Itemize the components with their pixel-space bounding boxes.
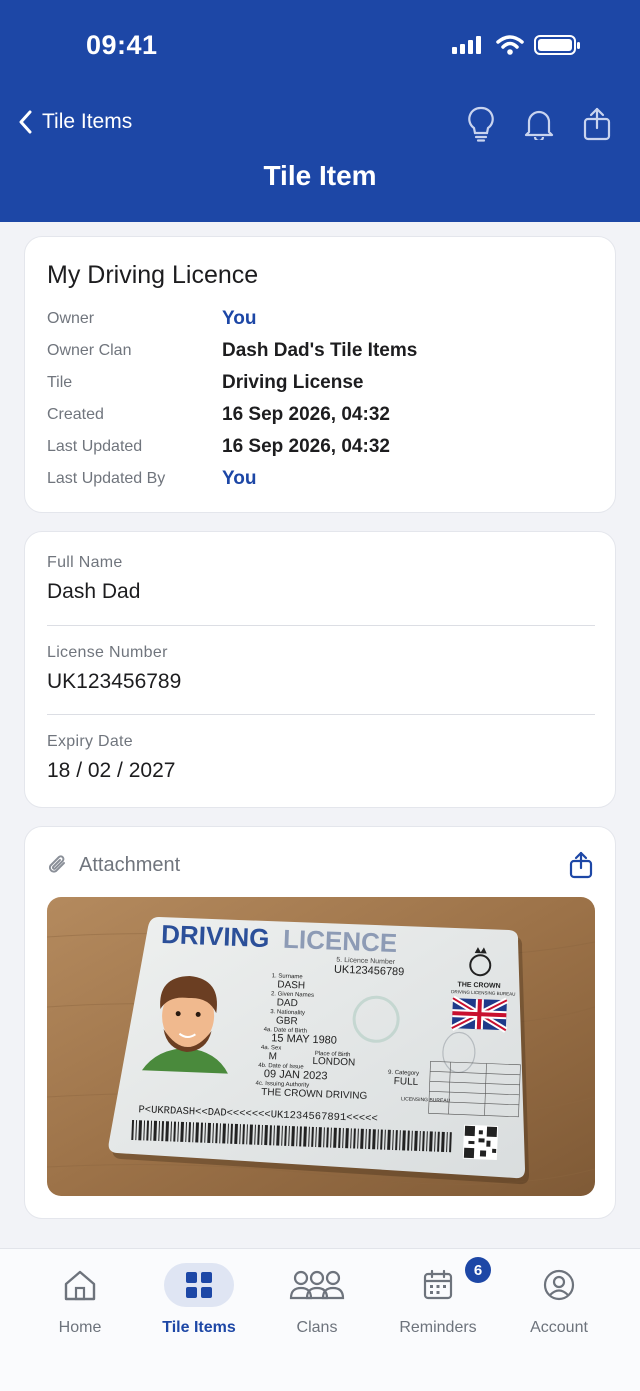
status-icons bbox=[452, 34, 582, 56]
last-updated-by-link[interactable]: You bbox=[222, 468, 256, 490]
tab-account[interactable]: Account bbox=[499, 1263, 619, 1343]
tab-clans[interactable]: Clans bbox=[257, 1263, 377, 1343]
meta-row-last-updated-by: Last Updated By You bbox=[47, 463, 597, 495]
surname: DASH bbox=[277, 979, 305, 991]
licence-title-a: DRIVING bbox=[161, 919, 270, 953]
meta-label: Last Updated By bbox=[47, 470, 166, 487]
field-full-name: Full Name Dash Dad bbox=[47, 554, 595, 604]
category: FULL bbox=[394, 1076, 419, 1088]
meta-label: Tile bbox=[47, 374, 73, 391]
tab-label: Home bbox=[58, 1319, 102, 1336]
meta-label: Owner bbox=[47, 310, 95, 327]
meta-label: Owner Clan bbox=[47, 342, 132, 359]
people-icon bbox=[257, 1263, 377, 1307]
tab-label: Clans bbox=[296, 1319, 338, 1336]
tab-label: Account bbox=[530, 1319, 588, 1336]
meta-label: Last Updated bbox=[47, 438, 143, 455]
field-license-number: License Number UK123456789 bbox=[47, 644, 595, 694]
uk-flag-icon bbox=[450, 995, 509, 1033]
divider bbox=[47, 714, 595, 715]
fields-card: Full Name Dash Dad License Number UK1234… bbox=[24, 531, 616, 808]
field-expiry-date: Expiry Date 18 / 02 / 2027 bbox=[47, 733, 595, 783]
pob: LONDON bbox=[312, 1056, 355, 1069]
meta-row-last-updated: Last Updated 16 Sep 2026, 04:32 bbox=[47, 431, 597, 463]
licence-card: DRIVING LICENCE 5. Licence Number UK1234… bbox=[108, 917, 529, 1185]
attachment-heading: Attachment bbox=[79, 853, 181, 876]
tab-label: Reminders bbox=[399, 1319, 477, 1336]
battery-icon bbox=[534, 35, 580, 55]
meta-row-tile: Tile Driving License bbox=[47, 367, 597, 399]
field-label: Full Name bbox=[47, 554, 123, 571]
tab-reminders[interactable]: 6 Reminders bbox=[378, 1257, 498, 1343]
tab-tile-items[interactable]: Tile Items bbox=[139, 1263, 259, 1343]
bottom-tab-bar: Home Tile Items Clans 6 Reminders Accoun… bbox=[0, 1248, 640, 1391]
attachment-header: Attachment bbox=[47, 853, 180, 877]
meta-value: 16 Sep 2026, 04:32 bbox=[222, 436, 390, 457]
meta-row-owner: Owner You bbox=[47, 303, 597, 335]
field-label: License Number bbox=[47, 644, 168, 661]
meta-value: 16 Sep 2026, 04:32 bbox=[222, 404, 390, 425]
grid-icon bbox=[164, 1263, 234, 1307]
dob: 15 MAY 1980 bbox=[271, 1032, 337, 1047]
meta-value: Driving License bbox=[222, 372, 364, 393]
summary-card: My Driving Licence Owner You Owner Clan … bbox=[24, 236, 616, 513]
field-value: 18 / 02 / 2027 bbox=[47, 759, 176, 782]
app-header: 09:41 Tile Items Tile Item bbox=[0, 0, 640, 222]
meta-row-created: Created 16 Sep 2026, 04:32 bbox=[47, 399, 597, 431]
nationality: GBR bbox=[276, 1015, 298, 1027]
item-title: My Driving Licence bbox=[47, 261, 259, 289]
share-icon[interactable] bbox=[582, 106, 612, 142]
attachment-image[interactable]: DRIVING LICENCE 5. Licence Number UK1234… bbox=[47, 897, 595, 1196]
reminders-badge: 6 bbox=[465, 1257, 491, 1283]
paperclip-icon bbox=[48, 855, 65, 873]
status-time: 09:41 bbox=[86, 30, 158, 60]
chevron-left-icon bbox=[19, 110, 32, 134]
header-actions bbox=[466, 106, 612, 142]
signal-icon bbox=[452, 36, 481, 54]
back-label: Tile Items bbox=[42, 110, 133, 133]
back-button[interactable]: Tile Items bbox=[16, 108, 132, 136]
field-value: Dash Dad bbox=[47, 580, 141, 603]
field-label: Expiry Date bbox=[47, 733, 133, 750]
licence-title-b: LICENCE bbox=[283, 924, 398, 958]
qr-code bbox=[462, 1124, 499, 1160]
page-title: Tile Item bbox=[263, 160, 377, 191]
attachment-share-icon[interactable] bbox=[569, 851, 593, 884]
meta-value: Dash Dad's Tile Items bbox=[222, 340, 418, 361]
meta-row-owner-clan: Owner Clan Dash Dad's Tile Items bbox=[47, 335, 597, 367]
bell-icon[interactable] bbox=[524, 106, 554, 142]
tab-home[interactable]: Home bbox=[20, 1263, 140, 1343]
home-icon bbox=[20, 1263, 140, 1307]
divider bbox=[47, 625, 595, 626]
wifi-icon bbox=[496, 35, 524, 55]
tab-label: Tile Items bbox=[162, 1319, 236, 1336]
meta-label: Created bbox=[47, 406, 104, 423]
attachment-card: Attachment DRIVING LICENCE 5. Licence Nu… bbox=[24, 826, 616, 1219]
sex: M bbox=[268, 1051, 277, 1062]
lightbulb-icon[interactable] bbox=[466, 106, 496, 142]
account-icon bbox=[499, 1263, 619, 1307]
field-value: UK123456789 bbox=[47, 670, 182, 693]
date-of-issue: 09 JAN 2023 bbox=[264, 1068, 328, 1082]
given-names: DAD bbox=[276, 997, 298, 1009]
owner-link[interactable]: You bbox=[222, 308, 256, 330]
